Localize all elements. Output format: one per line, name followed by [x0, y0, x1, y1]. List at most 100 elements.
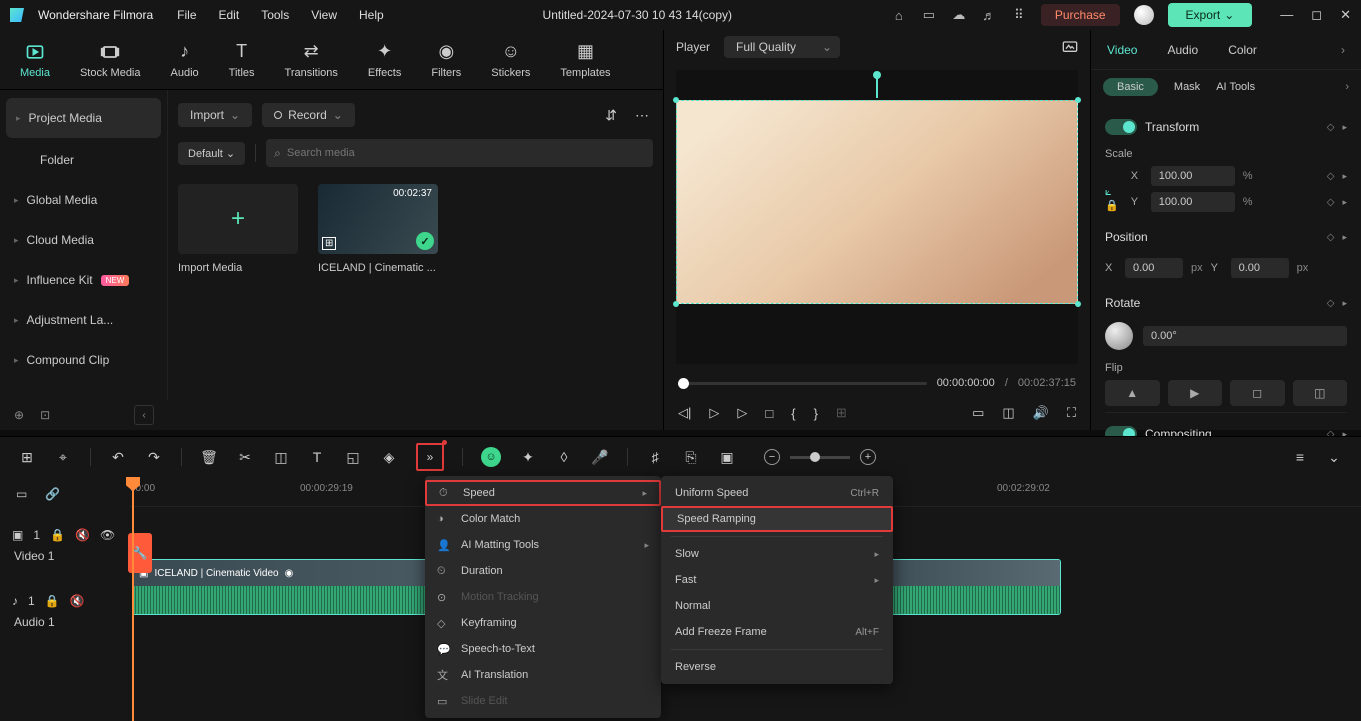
lock-icon[interactable]: 🔒	[45, 594, 60, 608]
rotation-handle[interactable]	[876, 74, 878, 98]
sub-reverse[interactable]: Reverse	[661, 654, 893, 680]
display-icon[interactable]: ▭	[972, 405, 984, 421]
sidebar-folder[interactable]: Folder	[0, 140, 167, 180]
lock-icon[interactable]: 🔒	[50, 528, 65, 542]
snapshot-icon[interactable]	[1062, 39, 1078, 56]
menu-view[interactable]: View	[311, 8, 337, 22]
handle-tr[interactable]	[1075, 97, 1081, 103]
timeline-view-icon[interactable]: ▭	[16, 487, 27, 501]
ctx-speed[interactable]: ⏱Speed▸	[425, 480, 661, 506]
resize-icon[interactable]: ◱	[344, 449, 362, 466]
tab-transitions[interactable]: ⇄Transitions	[285, 41, 338, 79]
tab-effects[interactable]: ✦Effects	[368, 41, 401, 79]
track-height-icon[interactable]: ≡	[1291, 449, 1309, 466]
flip-v-button[interactable]: ▶	[1168, 380, 1223, 406]
mark-in-icon[interactable]: {	[791, 406, 795, 421]
stop-icon[interactable]: □	[765, 406, 773, 421]
lock-icon[interactable]: ⟀🔒	[1105, 186, 1119, 212]
menu-edit[interactable]: Edit	[219, 8, 240, 22]
transform-toggle[interactable]	[1105, 119, 1137, 135]
play-icon[interactable]: ▷	[709, 405, 719, 421]
layout-icon[interactable]: ⊞	[18, 449, 36, 466]
mic-icon[interactable]: 🎤	[591, 449, 609, 466]
volume-icon[interactable]: 🔊	[1033, 405, 1049, 421]
link-tracks-icon[interactable]: 🔗	[45, 487, 60, 501]
keyframe-diamond-icon[interactable]: ◇	[1327, 122, 1335, 133]
sort-dropdown[interactable]: Default ⌄	[178, 142, 245, 165]
smart-tool-icon[interactable]: ☺	[481, 447, 501, 467]
more-icon[interactable]: ⋯	[631, 103, 653, 128]
menu-tools[interactable]: Tools	[261, 8, 289, 22]
pos-x-input[interactable]	[1125, 258, 1183, 278]
purchase-button[interactable]: Purchase	[1041, 4, 1120, 26]
mute-icon[interactable]: 🔇	[75, 528, 90, 542]
scale-x-input[interactable]	[1151, 166, 1235, 186]
subtabs-overflow-icon[interactable]: ›	[1345, 81, 1349, 93]
ctx-ai-matting[interactable]: 👤AI Matting Tools▸	[425, 532, 661, 558]
tabs-overflow-icon[interactable]: ›	[1341, 43, 1345, 57]
delete-icon[interactable]: 🗑	[200, 449, 218, 466]
flip-copy1-button[interactable]: ◻	[1230, 380, 1285, 406]
device-icon[interactable]: ⌂	[891, 7, 907, 23]
tag-icon[interactable]: ◈	[380, 449, 398, 466]
play-range-icon[interactable]: ▷	[737, 405, 747, 421]
handle-tl[interactable]	[673, 97, 679, 103]
zoom-slider[interactable]	[790, 456, 850, 459]
maximize-icon[interactable]: ◻	[1311, 7, 1322, 23]
flip-h-button[interactable]: ▲	[1105, 380, 1160, 406]
subtab-ai-tools[interactable]: AI Tools	[1216, 81, 1255, 93]
tab-titles[interactable]: TTitles	[229, 41, 255, 79]
crop-icon[interactable]: ◫	[272, 449, 290, 466]
cut-icon[interactable]: ✂	[236, 449, 254, 466]
close-icon[interactable]: ✕	[1340, 7, 1351, 23]
sub-uniform-speed[interactable]: Uniform SpeedCtrl+R	[661, 480, 893, 506]
import-dropdown[interactable]: Import⌄	[178, 103, 252, 127]
settings-icon[interactable]: ⌄	[1325, 449, 1343, 466]
subtab-basic[interactable]: Basic	[1103, 78, 1158, 96]
filter-icon[interactable]: ⇵	[601, 103, 621, 128]
ctx-duration[interactable]: ⏲Duration	[425, 558, 661, 584]
tab-audio-inspector[interactable]: Audio	[1167, 43, 1198, 57]
rotate-input[interactable]	[1143, 326, 1347, 346]
preview-frame[interactable]	[676, 100, 1078, 304]
preview-canvas[interactable]	[676, 70, 1078, 364]
bin-icon[interactable]: ⊡	[40, 408, 50, 422]
export-button[interactable]: Export⌄	[1168, 3, 1253, 27]
handle-br[interactable]	[1075, 301, 1081, 307]
headphones-icon[interactable]: ♬	[981, 7, 997, 23]
import-media-tile[interactable]: + Import Media	[178, 184, 298, 274]
ctx-color-match[interactable]: ◑Color Match	[425, 506, 661, 532]
playhead[interactable]	[132, 477, 134, 721]
sidebar-cloud-media[interactable]: ▸Cloud Media	[0, 220, 167, 260]
user-avatar[interactable]	[1134, 5, 1154, 25]
cloud-icon[interactable]: ☁	[951, 7, 967, 23]
sub-fast[interactable]: Fast▸	[661, 567, 893, 593]
sub-freeze-frame[interactable]: Add Freeze FrameAlt+F	[661, 619, 893, 645]
frame-icon[interactable]: ▣	[718, 449, 736, 466]
mute-icon[interactable]: 🔇	[70, 594, 85, 608]
ctx-keyframing[interactable]: ◇Keyframing	[425, 610, 661, 636]
media-clip-tile[interactable]: 00:02:37 ⊞ ✓ ICELAND | Cinematic ...	[318, 184, 438, 274]
search-input[interactable]	[287, 147, 645, 159]
sidebar-global-media[interactable]: ▸Global Media	[0, 180, 167, 220]
tab-audio[interactable]: ♪Audio	[171, 41, 199, 79]
grid-icon[interactable]: ⊞	[836, 405, 847, 421]
zoom-out-icon[interactable]: −	[764, 449, 780, 465]
preview-scrubber[interactable]	[678, 382, 927, 385]
marker-icon[interactable]: ◊	[555, 449, 573, 465]
sparkle-icon[interactable]: ✦	[519, 449, 537, 466]
text-icon[interactable]: T	[308, 449, 326, 465]
ctx-ai-translation[interactable]: 文AI Translation	[425, 662, 661, 688]
ctx-speech-to-text[interactable]: 💬Speech-to-Text	[425, 636, 661, 662]
handle-bl[interactable]	[673, 301, 679, 307]
rotate-knob[interactable]	[1105, 322, 1133, 350]
link-icon[interactable]: ⎘	[682, 449, 700, 466]
menu-file[interactable]: File	[177, 8, 196, 22]
tab-filters[interactable]: ◉Filters	[431, 41, 461, 79]
menu-help[interactable]: Help	[359, 8, 384, 22]
quality-dropdown[interactable]: Full Quality	[724, 36, 840, 58]
mixer-icon[interactable]: ♯	[646, 449, 664, 465]
keyframe-diamond-icon[interactable]: ◇	[1327, 298, 1335, 309]
tab-stickers[interactable]: ☺Stickers	[491, 41, 530, 79]
more-tools-button[interactable]: »	[416, 443, 444, 471]
